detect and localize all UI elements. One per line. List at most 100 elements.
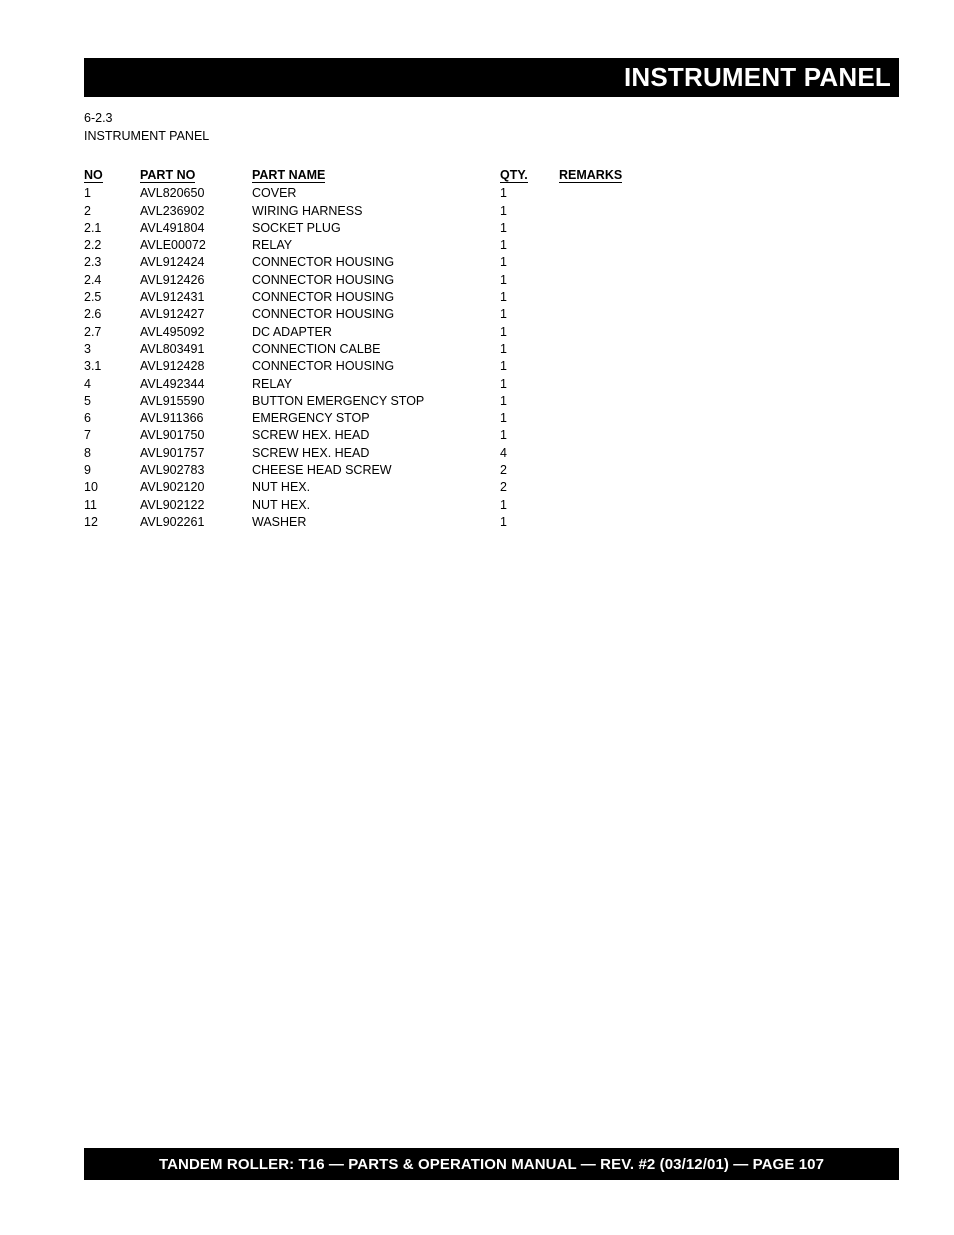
cell-part-name: BUTTON EMERGENCY STOP xyxy=(252,393,425,408)
cell-part-name: DC ADAPTER xyxy=(252,324,332,339)
table-row: 11 AVL902122 NUT HEX. 1 xyxy=(84,497,724,514)
section-number: 6-2.3 xyxy=(84,111,113,125)
table-row: 3 AVL803491 CONNECTION CALBE 1 xyxy=(84,341,724,358)
table-row: 2.7 AVL495092 DC ADAPTER 1 xyxy=(84,324,724,341)
cell-remarks xyxy=(559,376,724,393)
table-row: 3.1 AVL912428 CONNECTOR HOUSING 1 xyxy=(84,358,724,375)
parts-table-header: NO PART NO PART NAME QTY. REMARKS xyxy=(84,167,724,185)
cell-remarks xyxy=(559,445,724,462)
table-row: 1 AVL820650 COVER 1 xyxy=(84,185,724,202)
cell-no: 7 xyxy=(84,428,91,443)
table-row: 9 AVL902783 CHEESE HEAD SCREW 2 xyxy=(84,462,724,479)
cell-no: 10 xyxy=(84,480,98,495)
table-row: 2.1 AVL491804 SOCKET PLUG 1 xyxy=(84,220,724,237)
cell-part-no: AVL902122 xyxy=(140,497,205,512)
cell-part-no: AVL902120 xyxy=(140,480,205,495)
table-row: 2.4 AVL912426 CONNECTOR HOUSING 1 xyxy=(84,272,724,289)
cell-qty: 1 xyxy=(500,393,507,408)
cell-part-no: AVL912428 xyxy=(140,359,205,374)
cell-part-name: CONNECTOR HOUSING xyxy=(252,359,395,374)
cell-remarks xyxy=(559,324,724,341)
table-row: 2.6 AVL912427 CONNECTOR HOUSING 1 xyxy=(84,306,724,323)
cell-part-no: AVL820650 xyxy=(140,186,205,201)
cell-remarks xyxy=(559,237,724,254)
cell-part-name: RELAY xyxy=(252,238,293,253)
cell-no: 3 xyxy=(84,341,91,356)
cell-part-name: NUT HEX. xyxy=(252,497,311,512)
cell-remarks xyxy=(559,185,724,202)
cell-remarks xyxy=(559,514,724,531)
cell-part-name: CONNECTOR HOUSING xyxy=(252,307,395,322)
cell-no: 2.7 xyxy=(84,324,102,339)
cell-remarks xyxy=(559,306,724,323)
cell-remarks xyxy=(559,479,724,496)
cell-part-name: CONNECTOR HOUSING xyxy=(252,255,395,270)
cell-qty: 1 xyxy=(500,324,507,339)
cell-remarks xyxy=(559,254,724,271)
parts-table-body: 1 AVL820650 COVER 1 2 AVL236902 WIRING HARNESS… xyxy=(84,185,724,531)
cell-part-name: WIRING HARNESS xyxy=(252,203,363,218)
table-row: 12 AVL902261 WASHER 1 xyxy=(84,514,724,531)
cell-part-name: NUT HEX. xyxy=(252,480,311,495)
cell-remarks xyxy=(559,497,724,514)
cell-qty: 1 xyxy=(500,203,507,218)
cell-remarks xyxy=(559,203,724,220)
table-header-row: NO PART NO PART NAME QTY. REMARKS xyxy=(84,167,724,185)
cell-remarks xyxy=(559,410,724,427)
table-row: 2.3 AVL912424 CONNECTOR HOUSING 1 xyxy=(84,254,724,271)
cell-no: 2.4 xyxy=(84,272,102,287)
column-header-no: NO xyxy=(84,167,140,185)
cell-part-name: CONNECTOR HOUSING xyxy=(252,272,395,287)
cell-part-name: CHEESE HEAD SCREW xyxy=(252,463,392,478)
cell-part-name: SCREW HEX. HEAD xyxy=(252,428,370,443)
cell-qty: 1 xyxy=(500,514,507,529)
section-heading: 6-2.3 INSTRUMENT PANEL xyxy=(84,110,209,145)
column-header-remarks: REMARKS xyxy=(559,167,724,185)
page-title: INSTRUMENT PANEL xyxy=(623,62,891,92)
table-row: 2 AVL236902 WIRING HARNESS 1 xyxy=(84,203,724,220)
table-row: 4 AVL492344 RELAY 1 xyxy=(84,376,724,393)
cell-part-name: SOCKET PLUG xyxy=(252,220,341,235)
cell-part-name: RELAY xyxy=(252,376,293,391)
cell-no: 2.6 xyxy=(84,307,102,322)
cell-no: 5 xyxy=(84,393,91,408)
cell-part-name: COVER xyxy=(252,186,297,201)
cell-no: 1 xyxy=(84,186,91,201)
cell-qty: 1 xyxy=(500,341,507,356)
cell-no: 4 xyxy=(84,376,91,391)
cell-part-no: AVL912431 xyxy=(140,290,205,305)
cell-qty: 2 xyxy=(500,480,507,495)
cell-no: 3.1 xyxy=(84,359,102,374)
column-header-part-name-label: PART NAME xyxy=(252,168,326,183)
table-row: 8 AVL901757 SCREW HEX. HEAD 4 xyxy=(84,445,724,462)
cell-remarks xyxy=(559,358,724,375)
section-name: INSTRUMENT PANEL xyxy=(84,128,210,143)
cell-part-no: AVL901750 xyxy=(140,428,205,443)
cell-part-name: EMERGENCY STOP xyxy=(252,411,370,426)
cell-qty: 1 xyxy=(500,255,507,270)
table-row: 10 AVL902120 NUT HEX. 2 xyxy=(84,479,724,496)
page-footer-bar: TANDEM ROLLER: T16 — PARTS & OPERATION M… xyxy=(84,1148,899,1180)
page-header-bar: INSTRUMENT PANEL xyxy=(84,58,899,97)
column-header-remarks-label: REMARKS xyxy=(559,168,623,183)
cell-part-no: AVL912424 xyxy=(140,255,205,270)
cell-part-no: AVL492344 xyxy=(140,376,205,391)
cell-qty: 1 xyxy=(500,307,507,322)
cell-part-name: WASHER xyxy=(252,514,307,529)
cell-no: 2.3 xyxy=(84,255,102,270)
cell-no: 11 xyxy=(84,497,97,512)
footer-text: TANDEM ROLLER: T16 — PARTS & OPERATION M… xyxy=(158,1155,825,1173)
cell-qty: 1 xyxy=(500,186,507,201)
cell-qty: 1 xyxy=(500,376,507,391)
cell-part-no: AVL491804 xyxy=(140,220,205,235)
cell-part-no: AVL902261 xyxy=(140,514,205,529)
cell-qty: 1 xyxy=(500,272,507,287)
cell-part-no: AVL901757 xyxy=(140,445,205,460)
cell-part-name: SCREW HEX. HEAD xyxy=(252,445,370,460)
cell-part-name: CONNECTION CALBE xyxy=(252,341,381,356)
cell-qty: 1 xyxy=(500,428,507,443)
cell-no: 12 xyxy=(84,514,98,529)
column-header-qty-label: QTY. xyxy=(500,168,528,183)
parts-table: NO PART NO PART NAME QTY. REMARKS 1 AVL82… xyxy=(84,167,724,531)
cell-qty: 1 xyxy=(500,220,507,235)
